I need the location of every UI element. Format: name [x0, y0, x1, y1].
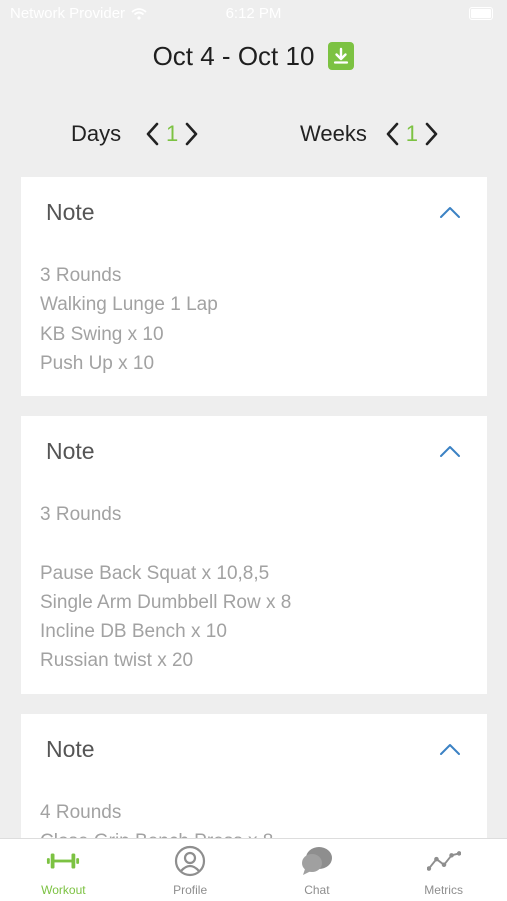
chevron-up-icon	[440, 207, 460, 218]
note-line	[40, 529, 291, 558]
tab-metrics[interactable]: Metrics	[380, 839, 507, 901]
note-line: 3 Rounds	[40, 265, 122, 286]
note-line: 4 Rounds	[40, 802, 122, 823]
note-title: Note	[46, 736, 95, 762]
tab-label: Metrics	[424, 883, 463, 897]
chevron-up-icon	[440, 744, 460, 755]
download-icon	[334, 47, 349, 64]
days-next-button[interactable]	[183, 121, 201, 147]
status-bar: Network Provider 6:12 PM	[0, 0, 507, 28]
collapse-button[interactable]	[439, 741, 461, 757]
note-line: Incline DB Bench x 10	[40, 621, 227, 643]
weeks-prev-button[interactable]	[383, 121, 401, 147]
tab-label: Chat	[304, 883, 330, 897]
chevron-right-icon	[185, 122, 198, 146]
chevron-left-icon	[386, 122, 399, 146]
tab-label: Profile	[173, 883, 208, 897]
week-header: Oct 4 - Oct 10	[0, 36, 507, 76]
note-line: Single Arm Dumbbell Row x 8	[40, 591, 292, 613]
dumbbell-icon	[46, 845, 80, 877]
chevron-up-icon	[440, 446, 460, 457]
weeks-selector: Weeks 1	[300, 112, 441, 156]
days-label: Days	[71, 121, 122, 146]
note-line: Push Up x 10	[40, 352, 155, 374]
weeks-label: Weeks	[300, 121, 367, 146]
tab-workout[interactable]: Workout	[0, 839, 127, 901]
collapse-button[interactable]	[439, 443, 461, 459]
weeks-next-button[interactable]	[423, 121, 441, 147]
days-value: 1	[166, 121, 179, 146]
note-content: 3 Rounds Pause Back Squat x 10,8,5 Singl…	[40, 500, 291, 676]
days-prev-button[interactable]	[143, 121, 161, 147]
collapse-button[interactable]	[439, 204, 461, 220]
note-title: Note	[46, 438, 95, 464]
days-selector: Days 1	[71, 112, 201, 156]
tab-profile[interactable]: Profile	[127, 839, 254, 901]
user-circle-icon	[173, 845, 207, 877]
note-line: Pause Back Squat x 10,8,5	[40, 562, 270, 584]
download-button[interactable]	[328, 42, 355, 70]
period-navigation: Days 1 Weeks 1	[0, 112, 507, 156]
chevron-right-icon	[425, 122, 438, 146]
note-title: Note	[46, 199, 95, 225]
chevron-left-icon	[146, 122, 159, 146]
line-chart-icon	[426, 845, 461, 877]
tab-chat[interactable]: Chat	[254, 839, 381, 901]
clock: 6:12 PM	[225, 5, 282, 22]
note-content: 3 Rounds Walking Lunge 1 Lap KB Swing x …	[40, 261, 218, 378]
note-line: KB Swing x 10	[40, 323, 164, 345]
note-line: Walking Lunge 1 Lap	[40, 294, 218, 316]
note-line: 3 Rounds	[40, 504, 122, 525]
tab-bar: Workout Profile Chat Metrics	[0, 838, 507, 901]
battery-icon	[469, 7, 493, 20]
note-card: Note 3 Rounds Walking Lunge 1 Lap KB Swi…	[21, 177, 487, 396]
note-card: Note 3 Rounds Pause Back Squat x 10,8,5 …	[21, 416, 487, 694]
chat-bubble-icon	[300, 845, 334, 877]
note-line: Russian twist x 20	[40, 650, 194, 672]
tab-label: Workout	[41, 883, 86, 897]
date-range-title: Oct 4 - Oct 10	[152, 40, 315, 71]
weeks-value: 1	[405, 121, 418, 146]
